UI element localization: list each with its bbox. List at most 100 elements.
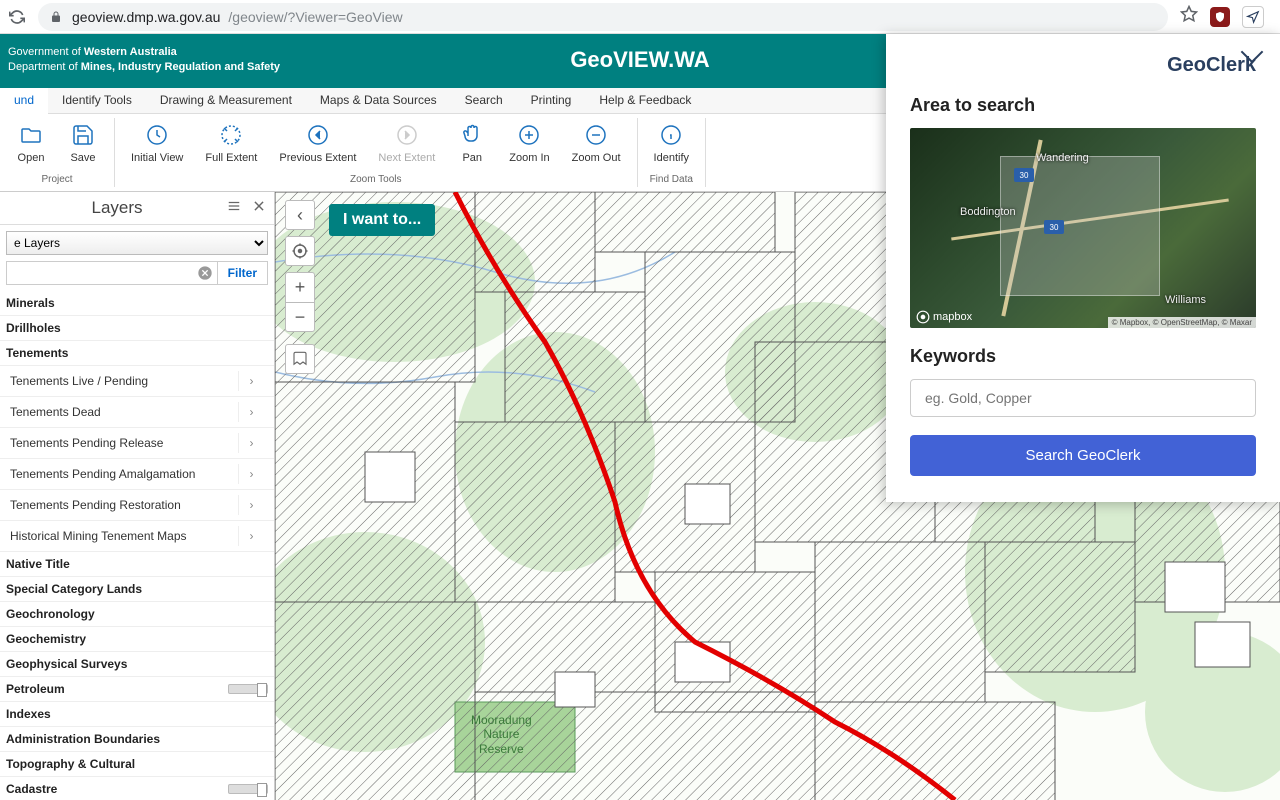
layers-header: Layers [0, 192, 274, 225]
panel-close-icon[interactable] [252, 199, 266, 218]
ublock-icon[interactable] [1210, 7, 1230, 27]
geolocate-button[interactable] [285, 236, 315, 266]
ribbon-group-find: Identify Find Data [638, 118, 706, 187]
filter-button[interactable]: Filter [217, 262, 267, 284]
map-zoom-in-button[interactable]: + [285, 272, 315, 302]
menu-getting-around[interactable]: und [0, 88, 48, 114]
route-shield: 30 [1044, 220, 1064, 234]
filter-input[interactable] [7, 262, 193, 284]
layer-sub-restor[interactable]: Tenements Pending Restoration› [0, 490, 274, 521]
layers-select[interactable]: e Layers [6, 231, 268, 255]
app-title: GeoVIEW.WA [570, 47, 709, 73]
identify-button[interactable]: Identify [644, 118, 699, 168]
layer-cat-drillholes[interactable]: Drillholes [0, 316, 274, 341]
layer-sub-hist[interactable]: Historical Mining Tenement Maps› [0, 521, 274, 552]
open-button[interactable]: Open [6, 118, 56, 168]
url-bar[interactable]: geoview.dmp.wa.gov.au/geoview/?Viewer=Ge… [38, 3, 1168, 31]
gov-line1a: Government of [8, 46, 84, 58]
previous-extent-label: Previous Extent [279, 152, 356, 164]
layer-cat-indexes[interactable]: Indexes [0, 702, 274, 727]
refresh-icon [144, 122, 170, 148]
chevron-right-icon[interactable]: › [238, 371, 264, 391]
layer-cat-geophys[interactable]: Geophysical Surveys [0, 652, 274, 677]
map-attribution: © Mapbox, © OpenStreetMap, © Maxar [1108, 317, 1256, 328]
zoom-group-label: Zoom Tools [350, 174, 402, 187]
reload-icon[interactable] [8, 8, 26, 26]
project-group-label: Project [41, 174, 72, 187]
browser-actions [1180, 5, 1272, 28]
layer-cat-admin[interactable]: Administration Boundaries [0, 727, 274, 752]
layer-cat-topo[interactable]: Topography & Cultural [0, 752, 274, 777]
save-button[interactable]: Save [58, 118, 108, 168]
filter-row: Filter [6, 261, 268, 285]
search-geoclerk-button[interactable]: Search GeoClerk [910, 435, 1256, 476]
layer-cat-geochron[interactable]: Geochronology [0, 602, 274, 627]
bookmarks-button[interactable] [285, 344, 315, 374]
zoom-out-label: Zoom Out [572, 152, 621, 164]
area-minimap[interactable]: 30 30 Wandering Boddington Williams mapb… [910, 128, 1256, 328]
panel-menu-icon[interactable] [226, 199, 242, 218]
chevron-right-icon[interactable]: › [238, 495, 264, 515]
layer-cat-minerals[interactable]: Minerals [0, 291, 274, 316]
menu-maps-sources[interactable]: Maps & Data Sources [306, 88, 451, 113]
full-extent-icon [218, 122, 244, 148]
arrow-left-icon [305, 122, 331, 148]
pan-button[interactable]: Pan [447, 118, 497, 168]
menu-drawing[interactable]: Drawing & Measurement [146, 88, 306, 113]
identify-label: Identify [654, 152, 689, 164]
layers-title: Layers [8, 198, 226, 218]
map-zoom-out-button[interactable]: − [285, 302, 315, 332]
geoclerk-logo: GeoClerk [910, 54, 1256, 77]
keywords-title: Keywords [910, 346, 1256, 367]
layer-cat-petroleum[interactable]: Petroleum [0, 677, 274, 702]
i-want-to-button[interactable]: I want to... [329, 204, 435, 236]
chevron-right-icon[interactable]: › [238, 433, 264, 453]
layer-cat-geochem[interactable]: Geochemistry [0, 627, 274, 652]
layer-sub-release[interactable]: Tenements Pending Release› [0, 428, 274, 459]
layer-cat-native[interactable]: Native Title [0, 552, 274, 577]
bookmark-star-icon[interactable] [1180, 5, 1198, 28]
layer-cat-cadastre[interactable]: Cadastre [0, 777, 274, 800]
find-group-label: Find Data [650, 174, 693, 187]
zoom-in-button[interactable]: Zoom In [499, 118, 559, 168]
opacity-slider[interactable] [228, 684, 268, 694]
layer-cat-tenements[interactable]: Tenements [0, 341, 274, 366]
route-shield: 30 [1014, 168, 1034, 182]
url-host: geoview.dmp.wa.gov.au [72, 9, 220, 25]
chevron-right-icon[interactable]: › [238, 526, 264, 546]
arrow-right-icon [394, 122, 420, 148]
map-collapse-button[interactable]: ‹ [285, 200, 315, 230]
hand-icon [459, 122, 485, 148]
chevron-right-icon[interactable]: › [238, 464, 264, 484]
zoom-out-icon [583, 122, 609, 148]
info-icon [658, 122, 684, 148]
gov-line2b: Mines, Industry Regulation and Safety [81, 61, 280, 73]
clear-filter-icon[interactable] [193, 262, 217, 284]
menu-identify[interactable]: Identify Tools [48, 88, 146, 113]
menu-help[interactable]: Help & Feedback [585, 88, 705, 113]
previous-extent-button[interactable]: Previous Extent [269, 118, 366, 168]
next-extent-label: Next Extent [378, 152, 435, 164]
layer-sub-dead[interactable]: Tenements Dead› [0, 397, 274, 428]
save-icon [70, 122, 96, 148]
geoclerk-ext-icon[interactable] [1242, 6, 1264, 28]
next-extent-button: Next Extent [368, 118, 445, 168]
zoom-in-icon [516, 122, 542, 148]
zoom-out-button[interactable]: Zoom Out [562, 118, 631, 168]
menu-search[interactable]: Search [451, 88, 517, 113]
initial-view-button[interactable]: Initial View [121, 118, 193, 168]
map-controls: ‹ + − [285, 200, 315, 374]
layer-cat-special[interactable]: Special Category Lands [0, 577, 274, 602]
gov-line2a: Department of [8, 61, 81, 73]
layers-select-wrap: e Layers [6, 231, 268, 255]
chevron-right-icon[interactable]: › [238, 402, 264, 422]
keywords-input[interactable] [910, 379, 1256, 417]
layer-sub-amalg[interactable]: Tenements Pending Amalgamation› [0, 459, 274, 490]
pan-label: Pan [462, 152, 482, 164]
opacity-slider[interactable] [228, 784, 268, 794]
layer-sub-live[interactable]: Tenements Live / Pending› [0, 366, 274, 397]
full-extent-button[interactable]: Full Extent [195, 118, 267, 168]
folder-open-icon [18, 122, 44, 148]
browser-toolbar: geoview.dmp.wa.gov.au/geoview/?Viewer=Ge… [0, 0, 1280, 34]
menu-printing[interactable]: Printing [517, 88, 586, 113]
